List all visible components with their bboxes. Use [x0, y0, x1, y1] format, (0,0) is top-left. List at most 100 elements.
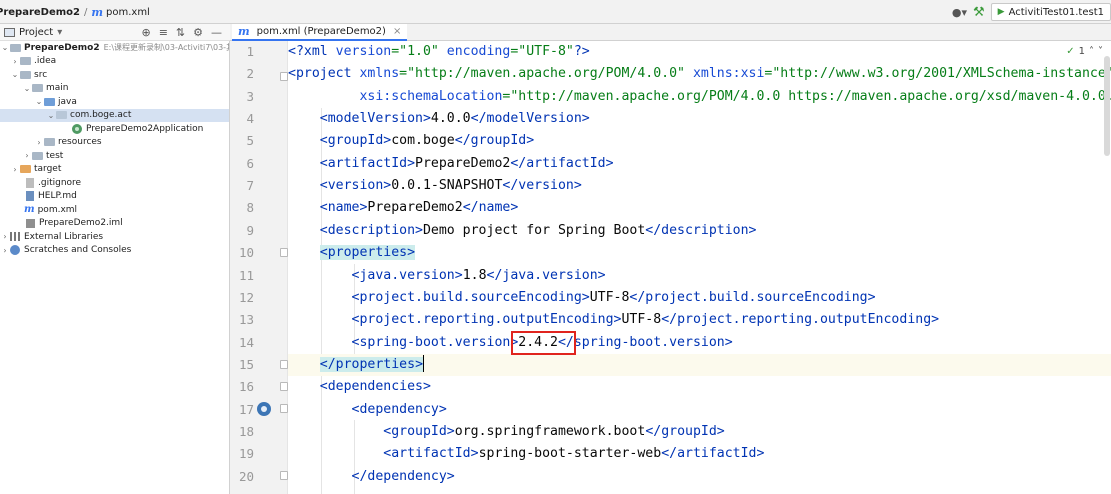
inspection-count: 1 [1078, 46, 1085, 57]
chevron-right-icon[interactable]: › [0, 246, 10, 255]
excluded-folder-icon [20, 165, 31, 174]
minimize-icon[interactable]: — [211, 26, 222, 39]
chevron-up-icon[interactable]: ˄ [1089, 46, 1094, 57]
tree-item-main[interactable]: ⌄ main [0, 82, 229, 96]
tree-item-src[interactable]: ⌄ src [0, 68, 229, 82]
breadcrumb-project[interactable]: PrepareDemo2 [0, 7, 80, 18]
tree-item-label: PrepareDemo2.iml [39, 218, 123, 229]
tree-item-label: resources [58, 137, 102, 148]
tree-item-java[interactable]: ⌄ java [0, 95, 229, 109]
tree-item-help-md[interactable]: HELP.md [0, 190, 229, 204]
fold-marker[interactable] [280, 248, 288, 257]
chevron-down-icon[interactable]: ▾ [57, 27, 62, 38]
fold-marker[interactable] [280, 471, 288, 480]
chevron-down-icon[interactable]: ⌄ [34, 97, 44, 106]
line-number: 19 [238, 446, 254, 462]
tree-item-label: PrepareDemo2 [24, 42, 100, 53]
chevron-down-icon[interactable]: ˅ [1098, 46, 1103, 57]
tree-item-application-class[interactable]: PrepareDemo2Application [0, 122, 229, 136]
code-line-9: <description>Demo project for Spring Boo… [319, 222, 757, 238]
run-config-icon: ▶ [997, 7, 1005, 17]
locate-icon[interactable]: ⊕ [141, 26, 150, 39]
fold-marker[interactable] [280, 360, 288, 369]
run-configuration-selector[interactable]: ▶ ActivitiTest01.test1 [990, 3, 1111, 21]
tab-label: pom.xml (PrepareDemo2) [256, 26, 386, 37]
inspection-widget[interactable]: ✓ 1 ˄ ˅ [1066, 46, 1103, 57]
tree-item-iml[interactable]: PrepareDemo2.iml [0, 217, 229, 231]
tree-item-scratches[interactable]: › Scratches and Consoles [0, 244, 229, 258]
line-number: 16 [238, 379, 254, 395]
tree-item-label: src [34, 69, 48, 80]
text-cursor [423, 355, 425, 373]
tree-item-label: com.boge.act [70, 110, 132, 121]
tree-item-idea[interactable]: › .idea [0, 55, 229, 69]
tree-item-label: PrepareDemo2Application [86, 123, 204, 134]
fold-marker[interactable] [280, 72, 288, 81]
line-number: 17 [238, 401, 254, 417]
tree-item-external-libraries[interactable]: › External Libraries [0, 230, 229, 244]
code-line-15: </properties> [288, 353, 1111, 377]
collapse-all-icon[interactable]: ≡ [159, 26, 168, 39]
chevron-down-icon[interactable]: ⌄ [0, 43, 10, 52]
code-line-17: <dependency> [351, 401, 447, 417]
code-line-13: <project.reporting.outputEncoding>UTF-8<… [351, 312, 940, 328]
build-hammer-icon[interactable]: ⚒ [973, 5, 985, 20]
line-number: 7 [246, 178, 254, 194]
expand-all-icon[interactable]: ⇅ [176, 26, 185, 39]
tree-item-label: External Libraries [24, 231, 104, 242]
folder-icon [32, 84, 43, 93]
code-line-14: <spring-boot.version>2.4.2</spring-boot.… [351, 334, 733, 350]
project-view-selector[interactable]: Project [19, 27, 53, 38]
markdown-file-icon [26, 191, 34, 202]
code-editor[interactable]: <?xml version="1.0" encoding="UTF-8"?> <… [288, 41, 1111, 494]
line-number: 10 [238, 245, 254, 261]
tree-item-package[interactable]: ⌄ com.boge.act [0, 108, 229, 122]
chevron-right-icon[interactable]: › [22, 151, 32, 160]
package-icon [56, 111, 67, 120]
tree-item-root[interactable]: ⌄ PrepareDemo2 E:\课程更新录制\03-Activiti7\03… [0, 41, 229, 55]
project-view-icon [4, 27, 15, 37]
chevron-down-icon[interactable]: ⌄ [22, 84, 32, 93]
code-line-8: <name>PrepareDemo2</name> [319, 200, 519, 216]
fold-marker[interactable] [280, 382, 288, 391]
tree-item-label: .idea [34, 56, 57, 67]
breadcrumb-file[interactable]: pom.xml [106, 7, 150, 18]
line-number: 1 [246, 44, 254, 59]
line-number: 13 [238, 312, 254, 328]
close-icon[interactable]: × [393, 26, 401, 37]
module-folder-icon [10, 43, 21, 52]
code-line-19: <artifactId>spring-boot-starter-web</art… [383, 446, 765, 462]
fold-marker[interactable] [280, 404, 288, 413]
chevron-right-icon[interactable]: › [34, 138, 44, 147]
line-number: 9 [246, 222, 254, 238]
user-icon[interactable]: ●▾ [952, 6, 967, 19]
tree-item-resources[interactable]: › resources [0, 136, 229, 150]
vertical-scrollbar[interactable] [1104, 56, 1110, 156]
code-line-18: <groupId>org.springframework.boot</group… [383, 423, 725, 439]
editor-tab-bar: m pom.xml (PrepareDemo2) × [230, 24, 1111, 41]
code-line-6: <artifactId>PrepareDemo2</artifactId> [319, 155, 614, 171]
maven-icon: m [91, 5, 104, 19]
code-line-2: <project xmlns="http://maven.apache.org/… [288, 66, 1111, 82]
line-number: 12 [238, 289, 254, 305]
maven-file-icon: m [238, 25, 250, 38]
chevron-down-icon[interactable]: ⌄ [46, 111, 56, 120]
breadcrumb: PrepareDemo2 / m pom.xml [0, 0, 150, 24]
tab-pom-xml[interactable]: m pom.xml (PrepareDemo2) × [232, 24, 408, 41]
chevron-right-icon[interactable]: › [10, 165, 20, 174]
resources-folder-icon [44, 138, 55, 147]
chevron-right-icon[interactable]: › [10, 57, 20, 66]
spring-dependency-gutter-icon[interactable] [257, 402, 271, 416]
project-panel-header: Project ▾ ⊕ ≡ ⇅ ⚙ — [0, 24, 230, 41]
tree-item-test[interactable]: › test [0, 149, 229, 163]
gear-icon[interactable]: ⚙ [193, 26, 203, 39]
toolbar-right: ●▾ ⚒ ▶ ActivitiTest01.test1 [952, 0, 1111, 24]
line-number: 2 [246, 66, 254, 82]
code-line-16: <dependencies> [319, 379, 431, 395]
tree-item-pom[interactable]: m pom.xml [0, 203, 229, 217]
chevron-down-icon[interactable]: ⌄ [10, 70, 20, 79]
tree-item-target[interactable]: › target [0, 163, 229, 177]
chevron-right-icon[interactable]: › [0, 232, 10, 241]
scratches-icon [10, 245, 20, 256]
tree-item-gitignore[interactable]: .gitignore [0, 176, 229, 190]
